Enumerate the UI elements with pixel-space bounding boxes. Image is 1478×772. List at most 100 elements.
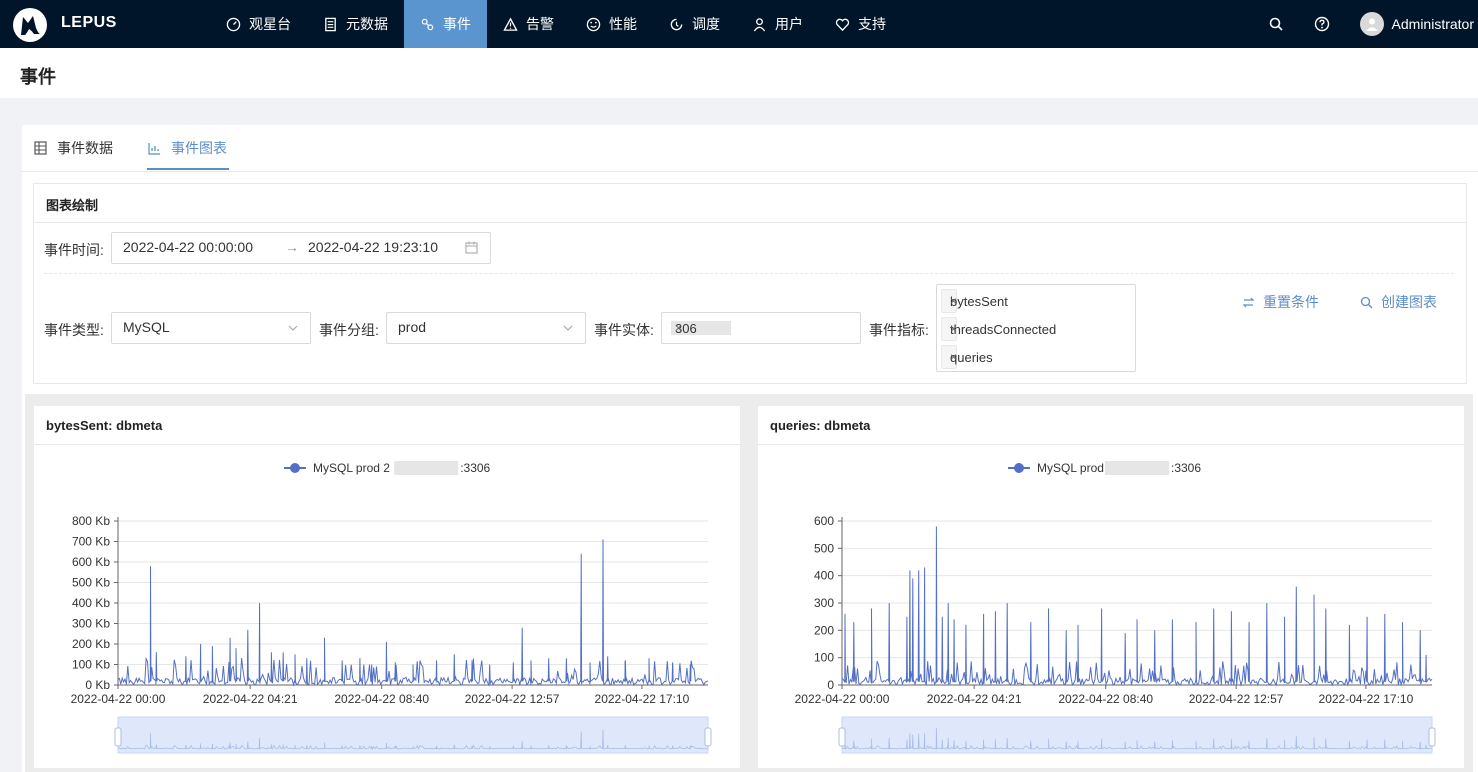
event-entity-select[interactable]: 21306 ×	[661, 312, 861, 344]
type-label: 事件类型:	[44, 322, 104, 338]
x-tick-label: 2022-04-22 04:21	[927, 692, 1022, 706]
y-tick-label: 500 Kb	[72, 576, 110, 590]
x-tick-label: 2022-04-22 17:10	[1319, 692, 1414, 706]
brand-name[interactable]: LEPUS	[61, 14, 117, 32]
legend-label: MySQL prod	[1037, 461, 1104, 475]
nav-item-schedule[interactable]: 调度	[653, 0, 736, 48]
legend-label-suffix: :3306	[460, 461, 490, 475]
nav-label: 事件	[443, 16, 471, 32]
legend-label: MySQL prod 2	[313, 461, 390, 475]
nav-item-alerts[interactable]: 告警	[487, 0, 570, 48]
user-icon	[753, 17, 766, 31]
reset-button[interactable]: 重置条件	[1242, 292, 1319, 312]
chart-title: queries: dbmeta	[770, 418, 871, 433]
nav-label: 观星台	[249, 16, 291, 32]
y-tick-label: 800 Kb	[72, 514, 110, 528]
y-tick-label: 100	[814, 651, 834, 665]
remove-tag-icon[interactable]: ×	[950, 294, 957, 308]
queries-chart[interactable]: MySQL prod:3306 0 100 200 300 400 500 600 2022-0…	[758, 445, 1464, 768]
y-tick-label: 200	[814, 623, 834, 637]
redacted-block	[394, 461, 459, 475]
nav-item-performance[interactable]: 性能	[570, 0, 653, 48]
event-type-value: MySQL	[123, 319, 170, 335]
metric-tag: queries ×	[941, 345, 993, 369]
y-tick-label: 300 Kb	[72, 617, 110, 631]
range-arrow: →	[285, 239, 299, 255]
chart-legend: MySQL prod :3306	[1008, 461, 1201, 475]
zoom-handle-left	[114, 727, 122, 747]
bar-chart-icon	[148, 142, 160, 155]
legend-marker	[1014, 463, 1024, 473]
x-tick-label: 2022-04-22 00:00	[795, 692, 890, 706]
time-range-picker[interactable]: 2022-04-22 00:00:00 → 2022-04-22 19:23:1…	[111, 232, 491, 264]
y-tick-label: 500	[814, 541, 834, 555]
page-header: 事件	[0, 48, 1478, 98]
tab-event-data[interactable]: 事件数据	[34, 138, 113, 158]
table-icon	[34, 141, 47, 155]
create-chart-button[interactable]: 创建图表	[1360, 292, 1437, 312]
event-icon	[421, 18, 434, 30]
series-line	[117, 539, 709, 687]
nav-item-users[interactable]: 用户	[736, 0, 819, 48]
page-title: 事件	[20, 67, 56, 87]
zoom-handle-left	[838, 727, 846, 747]
reset-label: 重置条件	[1263, 294, 1319, 310]
remove-tag-icon[interactable]: ×	[675, 321, 682, 335]
event-group-select[interactable]: prod	[386, 312, 586, 344]
group-label: 事件分组:	[319, 322, 379, 338]
time-end-input[interactable]: 2022-04-22 19:23:10	[308, 239, 438, 255]
nav-item-dashboard[interactable]: 观星台	[210, 0, 307, 48]
zoom-handle-right	[1428, 727, 1436, 747]
x-tick-label: 2022-04-22 04:21	[203, 692, 298, 706]
entity-label: 事件实体:	[594, 322, 654, 338]
nav-label: 支持	[858, 16, 886, 32]
nav-item-support[interactable]: 支持	[819, 0, 902, 48]
time-start-input[interactable]: 2022-04-22 00:00:00	[123, 239, 253, 255]
tab-label: 事件图表	[171, 140, 227, 156]
tab-label: 事件数据	[57, 140, 113, 156]
create-label: 创建图表	[1381, 294, 1437, 310]
nav-item-metadata[interactable]: 元数据	[307, 0, 404, 48]
chart-form-panel: 图表绘制 事件时间: 2022-04-22 00:00:00 → 2022-04…	[33, 183, 1467, 384]
tab-bar: 事件数据 事件图表	[22, 125, 1478, 172]
y-tick-label: 0	[827, 678, 834, 692]
y-tick-label: 100 Kb	[72, 658, 110, 672]
event-metric-select[interactable]: bytesSent × threadsConnected × queries ×	[936, 284, 1136, 372]
avatar[interactable]	[1359, 12, 1384, 36]
y-tick-label: 600 Kb	[72, 555, 110, 569]
y-tick-label: 400 Kb	[72, 596, 110, 610]
event-type-select[interactable]: MySQL	[111, 312, 311, 344]
user-name[interactable]: Administrator	[1392, 16, 1474, 32]
search-icon[interactable]	[1268, 16, 1284, 32]
chart-title: bytesSent: dbmeta	[46, 418, 163, 433]
user-avatar-icon	[1365, 18, 1378, 31]
remove-tag-icon[interactable]: ×	[950, 322, 957, 336]
data-zoom-slider	[838, 716, 1436, 754]
chart-legend: MySQL prod 2 :3306	[284, 461, 491, 475]
chevron-down-icon	[563, 325, 573, 331]
y-tick-label: 600	[814, 514, 834, 528]
y-tick-label: 700 Kb	[72, 535, 110, 549]
lepus-logo-icon[interactable]	[12, 8, 48, 42]
performance-icon	[586, 17, 601, 31]
event-group-value: prod	[398, 319, 427, 335]
nav-label: 告警	[526, 16, 554, 32]
y-tick-label: 300	[814, 596, 834, 610]
top-navbar: LEPUS 观星台 元数据 事件 告警 性能 调度 用户 支持 Administ…	[0, 0, 1478, 48]
metric-tag-label: bytesSent	[950, 293, 1008, 309]
chevron-down-icon	[288, 325, 298, 331]
nav-item-events[interactable]: 事件	[404, 0, 487, 48]
y-tick-label: 200 Kb	[72, 637, 110, 651]
bytes-sent-chart[interactable]: MySQL prod 2:3306 0 Kb 100 Kb 200 Kb 300 Kb 4…	[34, 445, 740, 768]
remove-tag-icon[interactable]: ×	[950, 350, 957, 364]
dashboard-icon	[226, 17, 241, 31]
charts-area: bytesSent: dbmeta MySQL prod 2:3306 0 Kb 1…	[25, 394, 1473, 772]
x-tick-label: 2022-04-22 08:40	[334, 692, 429, 706]
calendar-icon[interactable]	[465, 241, 478, 254]
metric-tag: bytesSent ×	[941, 289, 1008, 313]
legend-label-suffix: :3306	[1171, 461, 1201, 475]
chart-card-bytes-sent: bytesSent: dbmeta MySQL prod 2:3306 0 Kb 1…	[34, 406, 740, 768]
tab-event-chart[interactable]: 事件图表	[148, 138, 227, 158]
help-icon[interactable]	[1314, 16, 1330, 32]
nav-label: 用户	[775, 16, 803, 32]
